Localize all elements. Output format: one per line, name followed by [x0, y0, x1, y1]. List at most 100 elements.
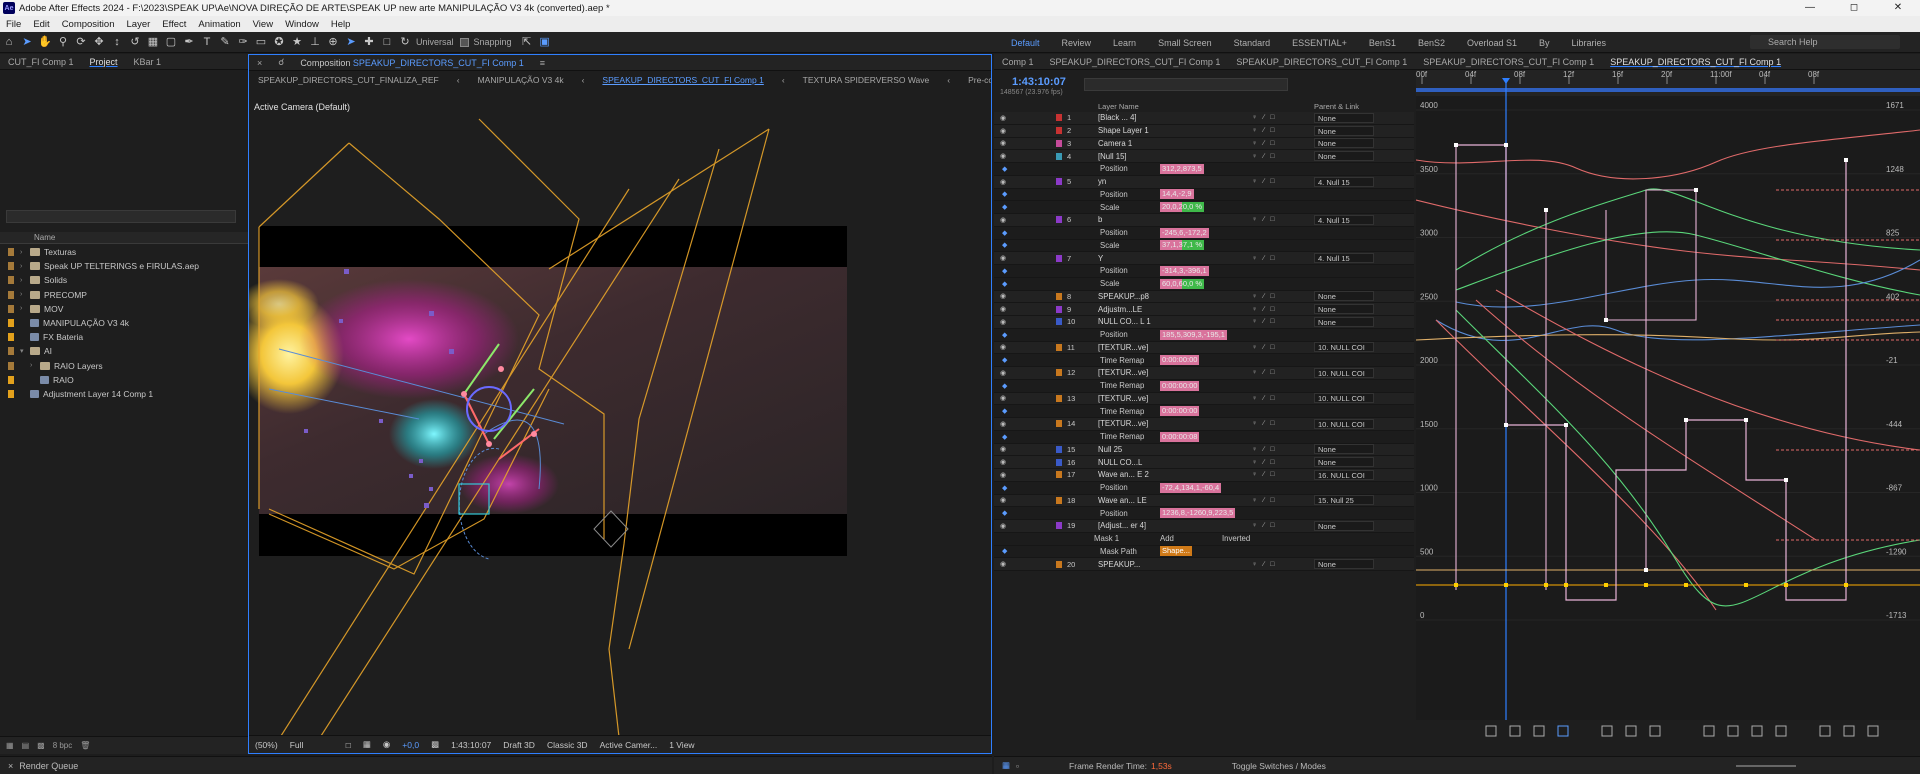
keyframe-marker[interactable] [1784, 583, 1788, 587]
composition-viewer[interactable] [249, 89, 991, 740]
layer-row[interactable]: ◉ 16 NULL CO...L ♀ ∕ □ None [994, 456, 1414, 469]
timeline-tab[interactable]: Comp 1 [994, 57, 1042, 67]
magnification-select[interactable]: (50%) [249, 740, 284, 750]
rotate-tool-icon[interactable]: ↺ [128, 35, 142, 49]
layer-label-swatch[interactable] [1056, 178, 1062, 186]
trash-icon[interactable]: 🗑 [80, 741, 90, 750]
property-row[interactable]: ◆ Scale 20,0,20,0 % [994, 201, 1414, 214]
layer-row[interactable]: ◉ 13 [TEXTUR...ve] ♀ ∕ □ 10. NULL COI [994, 392, 1414, 406]
breadcrumb-item[interactable]: TEXTURA SPIDERVERSO Wave [794, 75, 939, 85]
work-area-bar[interactable] [1416, 88, 1920, 92]
keyframe-nav-icon[interactable]: ◆ [1002, 229, 1007, 237]
roto-brush-tool-icon[interactable]: ✪ [272, 35, 286, 49]
label-color-swatch[interactable] [8, 262, 14, 271]
keyframe-handle[interactable] [1604, 318, 1608, 322]
breadcrumb-item[interactable]: Pre-comp 2 [959, 75, 991, 85]
parent-select[interactable]: None [1314, 151, 1374, 162]
parent-select[interactable]: 15. Null 25 [1314, 495, 1374, 506]
layer-row[interactable]: ◉ 14 [TEXTUR...ve] ♀ ∕ □ 10. NULL COI [994, 418, 1414, 431]
snap-target-icon[interactable]: ▣ [538, 35, 552, 49]
project-item[interactable]: ▾ AI [0, 344, 248, 358]
layer-name[interactable]: [Null 15] [1098, 152, 1127, 161]
layer-row[interactable]: ◉ 4 [Null 15] ♀ ∕ □ None [994, 150, 1414, 163]
footer-toggle-switches-icon[interactable]: ▦ [1002, 760, 1010, 771]
project-item[interactable]: › MOV [0, 302, 248, 316]
property-row[interactable]: ◆ Position 312,2,873,5 [994, 163, 1414, 176]
layer-row[interactable]: ◉ 2 Shape Layer 1 ♀ ∕ □ None [994, 124, 1414, 138]
keyframe-marker[interactable] [1744, 583, 1748, 587]
project-tab[interactable]: KBar 1 [126, 57, 170, 67]
layer-label-swatch[interactable] [1056, 305, 1062, 313]
workspace-review[interactable]: Review [1051, 38, 1103, 48]
keyframe-nav-icon[interactable]: ◆ [1002, 267, 1007, 275]
property-value[interactable]: -245,6,-172,2 [1160, 227, 1209, 238]
property-row[interactable]: ◆ Position -245,6,-172,2 [994, 226, 1414, 240]
new-folder-icon[interactable]: ▤ [22, 741, 30, 750]
project-tab[interactable]: Project [82, 57, 126, 67]
layer-row[interactable]: ◉ 17 Wave an... E 2 ♀ ∕ □ 16. NULL COI [994, 469, 1414, 482]
label-color-swatch[interactable] [8, 347, 14, 356]
menu-file[interactable]: File [0, 19, 27, 30]
eye-icon[interactable]: ◉ [1000, 152, 1006, 160]
keyframe-nav-icon[interactable]: ◆ [1002, 203, 1007, 211]
layer-label-swatch[interactable] [1056, 254, 1062, 262]
keyframe-nav-icon[interactable]: ◆ [1002, 331, 1007, 339]
workspace-standard[interactable]: Standard [1223, 38, 1282, 48]
label-color-swatch[interactable] [8, 276, 14, 285]
clone-stamp-tool-icon[interactable]: ✑ [236, 35, 250, 49]
mask-visibility-icon[interactable]: ◉ [377, 739, 396, 750]
layer-row[interactable]: ◉ 19 [Adjust... er 4] ♀ ∕ □ None [994, 520, 1414, 533]
layer-switches[interactable]: ♀ ∕ □ [1252, 306, 1277, 313]
breadcrumb-item[interactable]: MANIPULAÇÃO V3 4k [469, 75, 573, 85]
property-value[interactable]: 185,5,309,3,-195,1 [1160, 329, 1227, 340]
layer-name[interactable]: yn [1098, 177, 1106, 186]
minimize-icon[interactable]: — [1788, 0, 1832, 16]
layer-switches[interactable]: ♀ ∕ □ [1252, 344, 1277, 351]
layer-label-swatch[interactable] [1056, 152, 1062, 160]
eye-icon[interactable]: ◉ [1000, 496, 1006, 504]
eye-icon[interactable]: ◉ [1000, 445, 1006, 453]
axis-world-icon[interactable]: ⊕ [326, 35, 340, 49]
breadcrumb-item[interactable]: SPEAKUP_DIRECTORS_CUT_FI Comp 1 [593, 75, 772, 85]
project-column-name[interactable]: Name [0, 232, 248, 244]
timeline-tab[interactable]: SPEAKUP_DIRECTORS_CUT_FI Comp 1 [1228, 57, 1415, 67]
timeline-tab[interactable]: SPEAKUP_DIRECTORS_CUT_FI Comp 1 [1042, 57, 1229, 67]
graph-editor[interactable]: 00f 04f 08f 12f 16f 20f 11:00f 04f 08f 4000 1671 35… [1415, 70, 1920, 744]
layer-switches[interactable]: ♀ ∕ □ [1252, 395, 1277, 402]
keyframe-handle[interactable] [1744, 418, 1748, 422]
parent-select[interactable]: None [1314, 304, 1374, 315]
parent-link-header[interactable]: Parent & Link [1314, 102, 1359, 111]
label-color-swatch[interactable] [8, 333, 14, 342]
workspace-overload-s1[interactable]: Overload S1 [1456, 38, 1528, 48]
layer-row[interactable]: ◉ 5 yn ♀ ∕ □ 4. Null 15 [994, 175, 1414, 189]
keyframe-marker[interactable] [1544, 583, 1548, 587]
layer-name[interactable]: NULL CO... L 1 [1098, 317, 1151, 326]
layer-name[interactable]: [TEXTUR...ve] [1098, 419, 1148, 428]
label-color-swatch[interactable] [8, 319, 14, 328]
layer-name[interactable]: Wave an... LE [1098, 496, 1147, 505]
keyframe-handle[interactable] [1684, 418, 1688, 422]
property-value[interactable]: 60,0,60,0 % [1160, 278, 1205, 289]
property-value[interactable]: 1236,8,-1260,9,223,5 [1160, 508, 1236, 519]
project-item[interactable]: › PRECOMP [0, 288, 248, 302]
layer-switches[interactable]: ♀ ∕ □ [1252, 255, 1277, 262]
workspace-small-screen[interactable]: Small Screen [1147, 38, 1223, 48]
workspace-libraries[interactable]: Libraries [1561, 38, 1618, 48]
bpc-label[interactable]: 8 bpc [53, 741, 73, 750]
layer-label-swatch[interactable] [1056, 369, 1062, 377]
layer-row[interactable]: ◉ 15 Null 25 ♀ ∕ □ None [994, 443, 1414, 457]
render-queue-close-icon[interactable]: × [8, 761, 13, 771]
property-value[interactable]: 312,2,873,5 [1160, 163, 1204, 174]
parent-select[interactable]: 10. NULL COI [1314, 342, 1374, 353]
composition-tab[interactable]: Composition SPEAKUP_DIRECTORS_CUT_FI Com… [292, 58, 531, 68]
project-item[interactable]: › Texturas [0, 245, 248, 259]
label-color-swatch[interactable] [8, 248, 14, 257]
snapshot-icon[interactable]: ▩ [425, 739, 445, 750]
parent-select[interactable]: None [1314, 457, 1374, 468]
layer-label-swatch[interactable] [1056, 560, 1062, 568]
layer-switches[interactable]: ♀ ∕ □ [1252, 459, 1277, 466]
keyframe-marker[interactable] [1564, 583, 1568, 587]
layer-name[interactable]: [TEXTUR...ve] [1098, 394, 1148, 403]
layer-label-swatch[interactable] [1056, 139, 1062, 147]
layer-name[interactable]: [TEXTUR...ve] [1098, 343, 1148, 352]
